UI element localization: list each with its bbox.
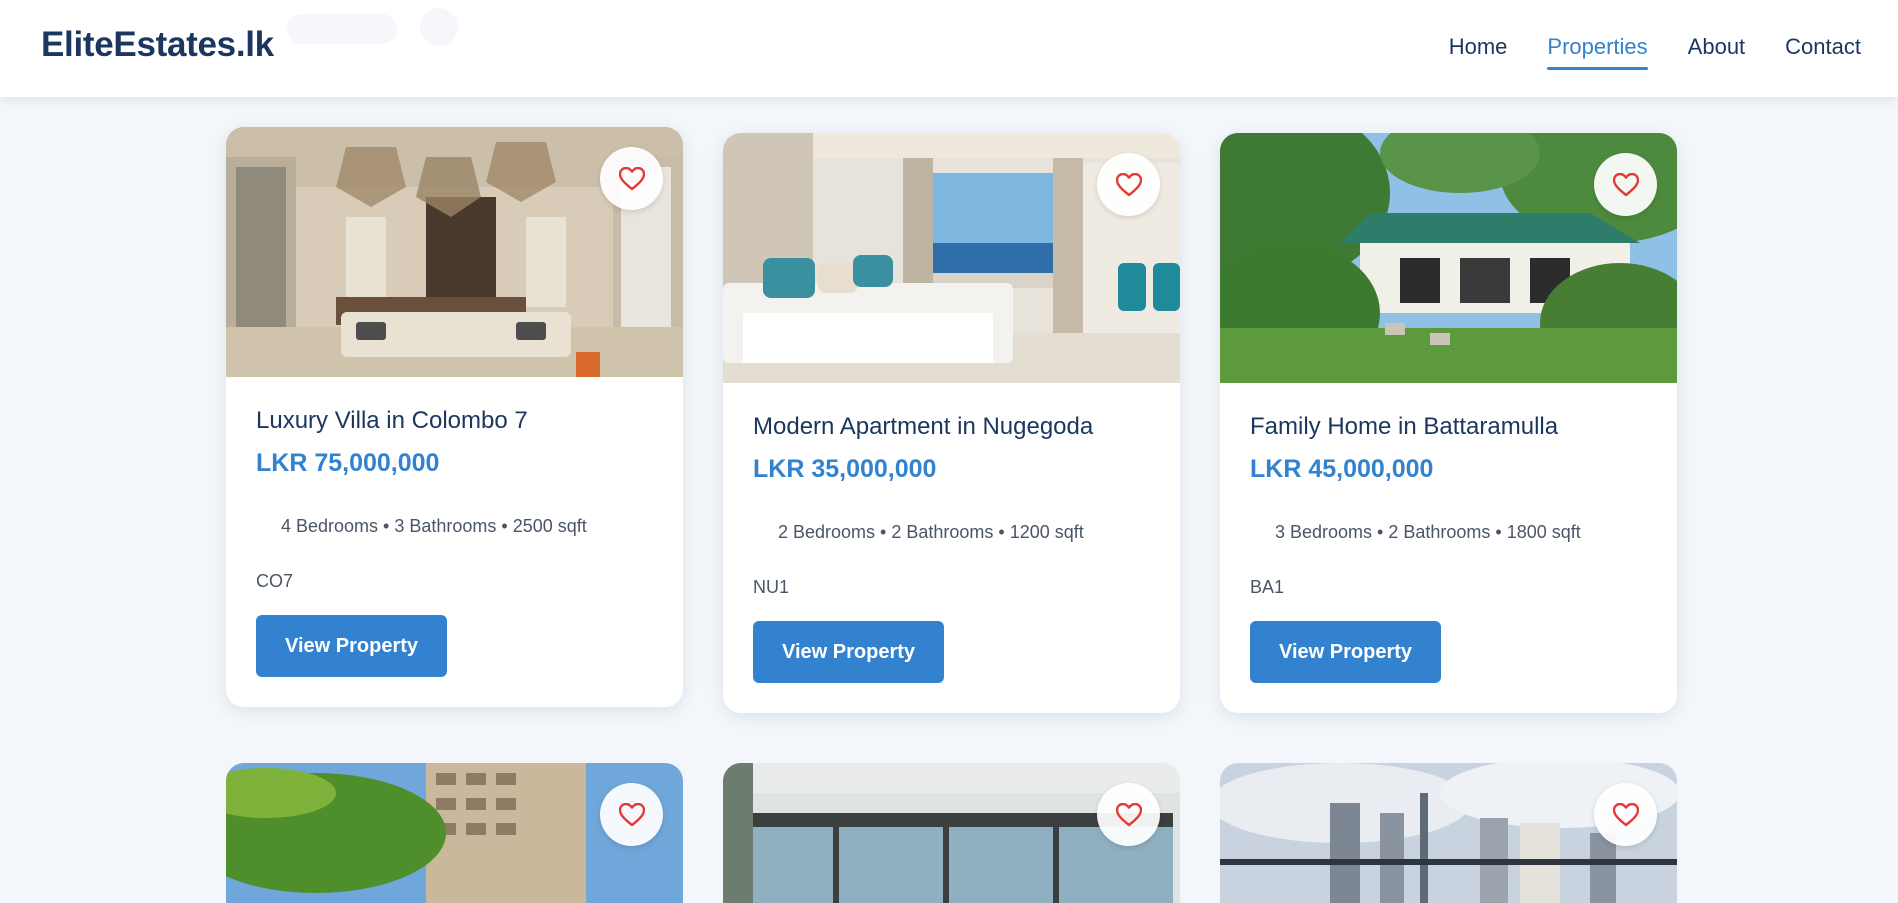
nav-contact[interactable]: Contact	[1785, 34, 1861, 70]
property-title[interactable]: Modern Apartment in Nugegoda	[753, 413, 1150, 441]
heart-outline-icon	[1612, 172, 1639, 196]
favorite-button[interactable]	[1097, 783, 1160, 846]
property-location-code: BA1	[1250, 577, 1285, 597]
site-logo[interactable]: EliteEstates.lk	[41, 25, 274, 65]
faded-icon-placeholder	[420, 8, 458, 46]
property-image-living-room[interactable]	[226, 127, 683, 377]
site-header: EliteEstates.lk Home Properties About Co…	[0, 0, 1898, 97]
nav-about[interactable]: About	[1688, 34, 1746, 70]
view-property-button[interactable]: View Property	[1250, 621, 1442, 683]
property-specs: 3 Bedrooms • 2 Bathrooms • 1800 sqft	[1275, 522, 1581, 542]
property-title[interactable]: Family Home in Battaramulla	[1250, 413, 1647, 441]
property-specs: 4 Bedrooms • 3 Bathrooms • 2500 sqft	[281, 516, 587, 536]
heart-outline-icon	[618, 802, 645, 826]
card-body: Family Home in Battaramulla LKR 45,000,0…	[1220, 383, 1677, 713]
property-card-partial[interactable]	[226, 763, 683, 903]
property-card: Family Home in Battaramulla LKR 45,000,0…	[1220, 133, 1677, 713]
property-card: Luxury Villa in Colombo 7 LKR 75,000,000…	[226, 127, 683, 707]
heart-outline-icon	[1115, 802, 1142, 826]
favorite-button[interactable]	[600, 147, 663, 210]
property-specs: 2 Bedrooms • 2 Bathrooms • 1200 sqft	[778, 522, 1084, 542]
property-title[interactable]: Luxury Villa in Colombo 7	[256, 407, 653, 435]
property-location-code: NU1	[753, 577, 790, 597]
heart-outline-icon	[1612, 802, 1639, 826]
property-card: Modern Apartment in Nugegoda LKR 35,000,…	[723, 133, 1180, 713]
property-card-partial[interactable]	[723, 763, 1180, 903]
property-price: LKR 45,000,000	[1250, 455, 1434, 483]
view-property-button[interactable]: View Property	[753, 621, 945, 683]
card-body: Luxury Villa in Colombo 7 LKR 75,000,000…	[226, 377, 683, 707]
view-property-button[interactable]: View Property	[256, 615, 448, 677]
card-body: Modern Apartment in Nugegoda LKR 35,000,…	[723, 383, 1180, 713]
favorite-button[interactable]	[600, 783, 663, 846]
nav-properties[interactable]: Properties	[1547, 34, 1648, 70]
heart-outline-icon	[1115, 172, 1142, 196]
property-image-bedroom[interactable]	[723, 133, 1180, 383]
faded-search-placeholder	[287, 14, 397, 44]
main-nav: Home Properties About Contact	[1449, 34, 1861, 70]
favorite-button[interactable]	[1097, 153, 1160, 216]
favorite-button[interactable]	[1594, 783, 1657, 846]
heart-outline-icon	[618, 166, 645, 190]
property-card-partial[interactable]	[1220, 763, 1677, 903]
favorite-button[interactable]	[1594, 153, 1657, 216]
property-location-code: CO7	[256, 571, 294, 591]
property-image-house-exterior[interactable]	[1220, 133, 1677, 383]
property-price: LKR 35,000,000	[753, 455, 937, 483]
nav-home[interactable]: Home	[1449, 34, 1508, 70]
property-price: LKR 75,000,000	[256, 449, 440, 477]
